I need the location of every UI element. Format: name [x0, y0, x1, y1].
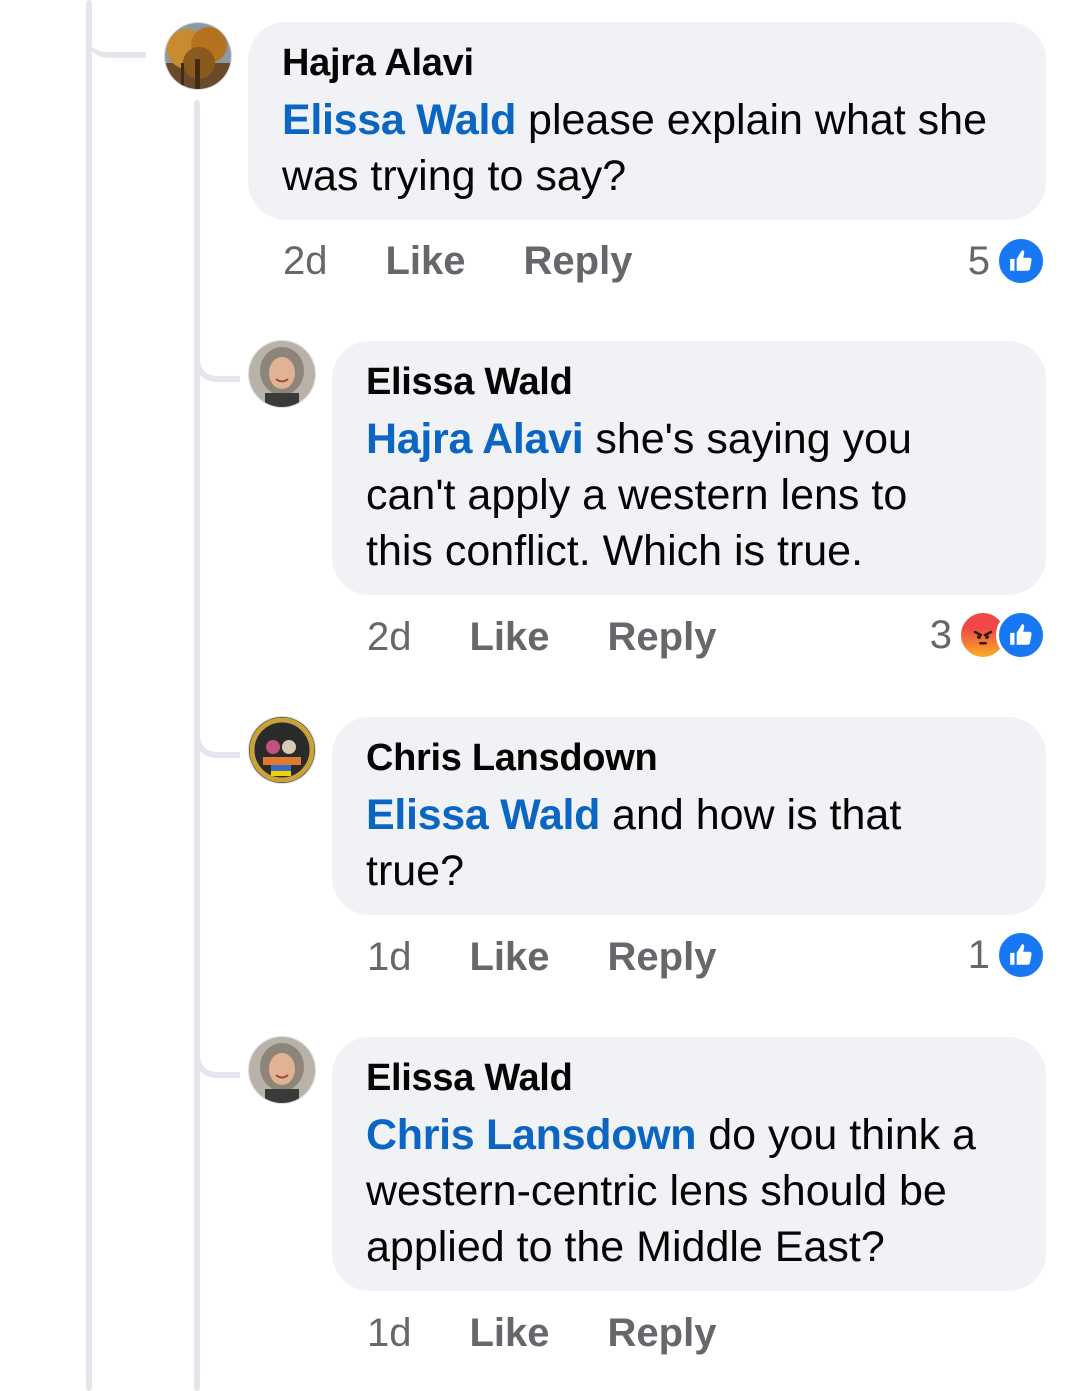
reply-button[interactable]: Reply	[608, 1311, 717, 1356]
like-button[interactable]: Like	[470, 1311, 550, 1356]
timestamp[interactable]: 1d	[367, 935, 412, 980]
reaction-count: 5	[967, 238, 990, 283]
reply-button[interactable]: Reply	[608, 615, 717, 660]
tree-photo-avatar	[165, 23, 231, 89]
comment-text-segment: was trying to say?	[282, 152, 627, 200]
mention-link[interactable]: Elissa Wald	[366, 791, 600, 839]
reaction-summary[interactable]: 1	[968, 930, 1046, 980]
comment-text-segment: she's saying you	[583, 415, 912, 463]
comment-bubble: Elissa Wald Chris Lansdown do you think …	[332, 1037, 1046, 1291]
like-button[interactable]: Like	[386, 239, 466, 284]
group-photo-avatar	[249, 717, 315, 783]
comment-author[interactable]: Chris Lansdown	[366, 735, 1012, 781]
woman-portrait-avatar	[249, 1037, 315, 1103]
comment-text: Chris Lansdown do you think a western-ce…	[366, 1107, 1012, 1275]
comment-text-segment: this conflict. Which is true.	[366, 527, 864, 575]
mention-link[interactable]: Hajra Alavi	[366, 415, 584, 463]
timestamp[interactable]: 2d	[367, 615, 412, 660]
reply-button[interactable]: Reply	[608, 935, 717, 980]
reply-connector	[194, 340, 240, 382]
like-icon	[996, 610, 1046, 660]
like-button[interactable]: Like	[470, 935, 550, 980]
comment-text-segment: can't apply a western lens to	[366, 471, 908, 519]
avatar[interactable]	[248, 1036, 316, 1104]
comment-actions: 2d Like Reply	[283, 236, 690, 286]
comment-bubble: Elissa Wald Hajra Alavi she's saying you…	[332, 341, 1046, 595]
timestamp[interactable]: 2d	[283, 239, 328, 284]
mention-link[interactable]: Chris Lansdown	[366, 1111, 697, 1159]
reply-connector	[194, 716, 240, 758]
reaction-summary[interactable]: 5	[968, 236, 1046, 286]
comment-text-segment: true?	[366, 847, 465, 895]
comment-text-segment: western-centric lens should be	[366, 1167, 947, 1215]
comment-author[interactable]: Elissa Wald	[366, 1055, 1012, 1101]
comment-actions: 1d Like Reply	[367, 1308, 774, 1358]
like-button[interactable]: Like	[470, 615, 550, 660]
avatar[interactable]	[164, 22, 232, 90]
comment-author[interactable]: Hajra Alavi	[282, 40, 1012, 86]
reply-button[interactable]: Reply	[524, 239, 633, 284]
reaction-count: 3	[929, 612, 952, 657]
comment-text-segment: applied to the Middle East?	[366, 1223, 885, 1271]
avatar[interactable]	[248, 340, 316, 408]
outer-thread-line	[86, 0, 92, 1391]
comment-bubble: Chris Lansdown Elissa Wald and how is th…	[332, 717, 1046, 915]
comment-text: Elissa Wald please explain what she was …	[282, 92, 1012, 204]
reaction-summary[interactable]: 3	[930, 610, 1046, 660]
timestamp[interactable]: 1d	[367, 1311, 412, 1356]
woman-portrait-avatar	[249, 341, 315, 407]
comment-text: Elissa Wald and how is that true?	[366, 787, 1012, 899]
like-icon	[996, 236, 1046, 286]
comment-actions: 2d Like Reply	[367, 612, 774, 662]
like-icon	[996, 930, 1046, 980]
comment-bubble: Hajra Alavi Elissa Wald please explain w…	[248, 22, 1046, 220]
comment-author[interactable]: Elissa Wald	[366, 359, 1012, 405]
reply-connector	[194, 1036, 240, 1078]
comment-text-segment: please explain what she	[516, 96, 988, 144]
thread-connector	[86, 0, 146, 58]
comment-text-segment: do you think a	[696, 1111, 976, 1159]
mention-link[interactable]: Elissa Wald	[282, 96, 516, 144]
comment-text: Hajra Alavi she's saying you can't apply…	[366, 411, 1012, 579]
comment-actions: 1d Like Reply	[367, 932, 774, 982]
reaction-count: 1	[967, 932, 990, 977]
avatar[interactable]	[248, 716, 316, 784]
comment-text-segment: and how is that	[600, 791, 902, 839]
